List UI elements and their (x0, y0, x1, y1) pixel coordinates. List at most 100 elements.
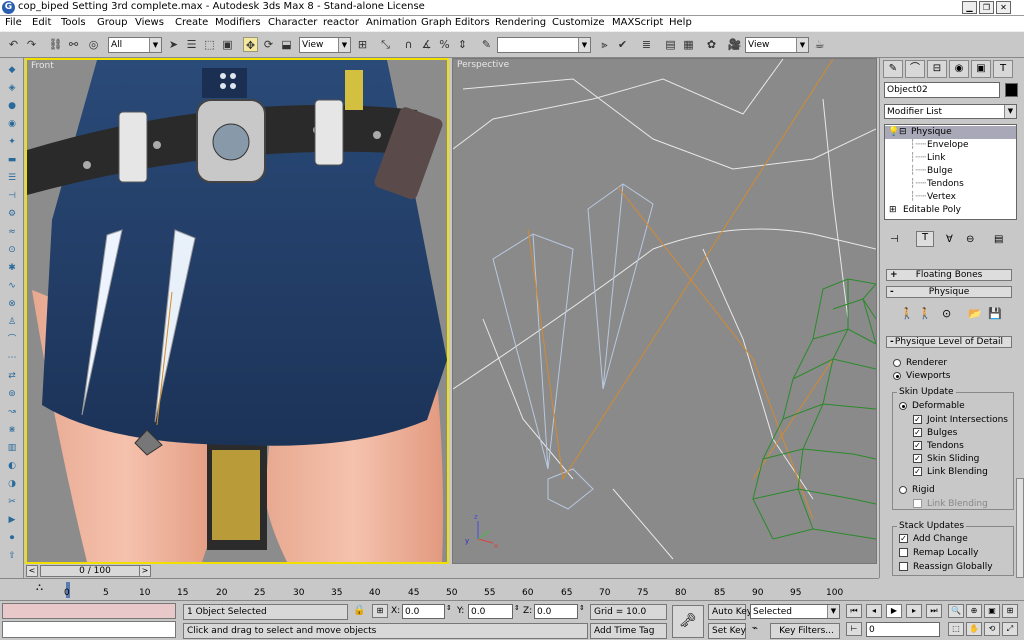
rigid-radio[interactable] (899, 486, 907, 494)
render-type-dropdown[interactable]: View ▼ (745, 37, 809, 53)
select-and-scale-icon[interactable]: ⬓ (279, 37, 294, 52)
z-spinner-icon[interactable]: ⇕ (579, 604, 585, 612)
zoom-extents-all-icon[interactable]: ⊞ (1002, 604, 1018, 618)
show-end-result-icon[interactable]: T (916, 231, 934, 247)
fracture-2-icon[interactable]: ⋇ (5, 424, 19, 437)
stack-item-envelope[interactable]: ┆┄┄ Envelope (885, 139, 1016, 152)
named-selection-sets-icon[interactable]: ✎ (479, 37, 494, 52)
bind-space-warp-icon[interactable]: ◎ (86, 37, 101, 52)
lock-selection-icon[interactable]: 🔒 (353, 605, 365, 616)
unlink-icon[interactable]: ⚯ (66, 37, 81, 52)
rigid-link-blending-checkbox[interactable] (913, 499, 922, 508)
menu-customize[interactable]: Customize (552, 17, 605, 28)
add-change-checkbox[interactable]: ✓ (899, 534, 908, 543)
time-slider[interactable]: < 0 / 100 > (24, 564, 879, 578)
point-to-path-icon[interactable]: ↝ (5, 406, 19, 419)
current-frame-field[interactable]: 0 (866, 622, 940, 637)
remap-locally-checkbox[interactable] (899, 548, 908, 557)
toy-car-icon[interactable]: ⊙ (5, 244, 19, 257)
key-mode-dropdown[interactable]: Selected ▼ (750, 604, 840, 619)
minimize-button[interactable]: ▁ (962, 1, 977, 14)
key-filters-button[interactable]: Key Filters... (770, 623, 840, 639)
create-animation-icon[interactable]: ⏺ (5, 532, 19, 545)
perspective-viewport-label[interactable]: Perspective (457, 60, 509, 70)
reassign-globally-checkbox[interactable] (899, 562, 908, 571)
set-key-button[interactable]: Set Key (708, 623, 746, 639)
absolute-mode-icon[interactable]: ⊞ (372, 604, 388, 618)
time-slider-prev-icon[interactable]: < (26, 565, 38, 577)
reference-coordinate-dropdown[interactable]: View ▼ (299, 37, 351, 53)
menu-graph-editors[interactable]: Graph Editors (421, 17, 490, 28)
perspective-viewport[interactable]: z y x Perspective (452, 58, 877, 564)
x-coordinate-field[interactable]: 0.0 (402, 604, 445, 619)
deforming-mesh-icon[interactable]: ✦ (5, 136, 19, 149)
region-zoom-icon[interactable]: ⬚ (948, 622, 964, 636)
deformable-radio[interactable] (899, 402, 907, 410)
object-color-swatch[interactable] (1005, 83, 1018, 97)
stack-item-tendons[interactable]: ┆┄┄ Tendons (885, 178, 1016, 191)
front-viewport-label[interactable]: Front (31, 61, 54, 71)
property-editor-icon[interactable]: ▥ (5, 442, 19, 455)
hierarchy-tab-icon[interactable]: ⊟ (927, 60, 947, 78)
wind-icon[interactable]: ≈ (5, 226, 19, 239)
modify-tab-icon[interactable]: ⌒ (905, 60, 925, 78)
prismatic-icon[interactable]: ⇄ (5, 370, 19, 383)
go-to-end-icon[interactable]: ⏭ (926, 604, 942, 618)
menu-group[interactable]: Group (97, 17, 127, 28)
menu-views[interactable]: Views (135, 17, 164, 28)
stack-item-bulge[interactable]: ┆┄┄ Bulge (885, 165, 1016, 178)
select-and-move-icon[interactable]: ✥ (243, 37, 258, 52)
pin-stack-icon[interactable]: ⊣ (890, 234, 899, 245)
snaps-toggle-icon[interactable]: ∩ (401, 37, 416, 52)
command-panel-scrollbar[interactable] (1016, 478, 1024, 578)
reinitialize-icon[interactable]: 🚶 (918, 307, 932, 320)
z-coordinate-field[interactable]: 0.0 (534, 604, 578, 619)
render-scene-icon[interactable]: 🎥 (727, 37, 742, 52)
soft-body-icon[interactable]: ● (5, 100, 19, 113)
water-icon[interactable]: ∿ (5, 280, 19, 293)
menu-create[interactable]: Create (175, 17, 208, 28)
window-crossing-icon[interactable]: ▣ (220, 37, 235, 52)
cloth-icon[interactable]: ◈ (5, 82, 19, 95)
menu-rendering[interactable]: Rendering (495, 17, 546, 28)
schematic-view-icon[interactable]: ▦ (681, 37, 696, 52)
modifier-stack[interactable]: 💡 ⊟ Physique ┆┄┄ Envelope ┆┄┄ Link ┆┄┄ Bulg… (884, 124, 1017, 220)
track-bar[interactable]: ⛬ 0 5 10 15 20 25 30 35 40 45 50 55 60 6… (0, 578, 879, 600)
menu-reactor[interactable]: reactor (323, 17, 359, 28)
menu-edit[interactable]: Edit (32, 17, 51, 28)
link-blending-checkbox[interactable]: ✓ (913, 467, 922, 476)
plane-icon[interactable]: ▬ (5, 154, 19, 167)
menu-tools[interactable]: Tools (61, 17, 86, 28)
export-world-icon[interactable]: ⇪ (5, 550, 19, 563)
rollout-level-of-detail[interactable]: - Physique Level of Detail (886, 336, 1012, 348)
quick-render-icon[interactable]: ☕ (812, 37, 827, 52)
convexity-test-icon[interactable]: ◑ (5, 478, 19, 491)
layer-manager-icon[interactable]: ≣ (639, 37, 654, 52)
next-frame-icon[interactable]: ▸ (906, 604, 922, 618)
collapse-icon[interactable]: ⊟ (899, 126, 907, 139)
pivot-point-icon[interactable]: ⊞ (355, 37, 370, 52)
skin-sliding-checkbox[interactable]: ✓ (913, 454, 922, 463)
select-object-icon[interactable]: ➤ (166, 37, 181, 52)
preview-animation-icon[interactable]: ▶ (5, 514, 19, 527)
rope-icon[interactable]: ◉ (5, 118, 19, 131)
stack-item-physique[interactable]: 💡 ⊟ Physique (885, 126, 1016, 139)
spinner-snap-icon[interactable]: ⇕ (455, 37, 470, 52)
curve-editor-mini-icon[interactable]: ⛬ (36, 582, 43, 593)
create-bulge-icon[interactable]: ⊙ (942, 307, 951, 320)
rag-doll-icon[interactable]: ♙ (5, 316, 19, 329)
dashpot-icon[interactable]: ⊣ (5, 190, 19, 203)
menu-help[interactable]: Help (669, 17, 692, 28)
named-selection-dropdown[interactable]: ▼ (497, 37, 591, 53)
expand-icon[interactable]: ⊞ (889, 204, 897, 217)
go-to-start-icon[interactable]: ⏮ (846, 604, 862, 618)
add-time-tag[interactable]: Add Time Tag (590, 623, 667, 639)
motion-tab-icon[interactable]: ◉ (949, 60, 969, 78)
stack-item-editable-poly[interactable]: ⊞ Editable Poly (885, 204, 1016, 217)
renderer-radio[interactable] (893, 359, 901, 367)
x-spinner-icon[interactable]: ⇕ (446, 604, 452, 612)
previous-frame-icon[interactable]: ◂ (866, 604, 882, 618)
y-coordinate-field[interactable]: 0.0 (468, 604, 513, 619)
curve-editor-icon[interactable]: ▤ (663, 37, 678, 52)
tendons-checkbox[interactable]: ✓ (913, 441, 922, 450)
